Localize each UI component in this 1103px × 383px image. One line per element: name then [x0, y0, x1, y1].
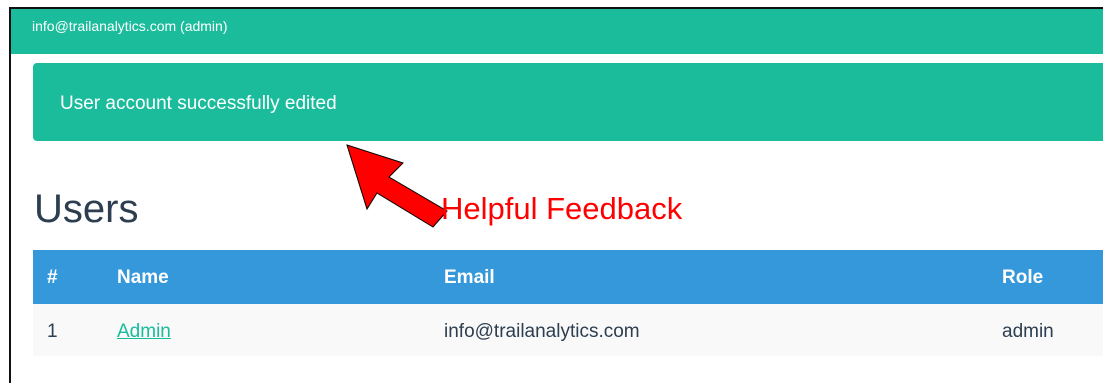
annotation-label: Helpful Feedback — [441, 191, 683, 226]
user-email: info@trailanalytics.com — [444, 321, 640, 342]
column-header-name: Name — [117, 267, 169, 288]
alert-message: User account successfully edited — [60, 93, 337, 114]
success-alert: User account successfully edited — [33, 63, 1103, 141]
column-header-email: Email — [444, 267, 495, 288]
top-header: info@trailanalytics.com (admin) — [11, 9, 1103, 54]
users-table-header: # Name Email Role — [33, 250, 1103, 304]
user-role: admin — [1002, 321, 1054, 342]
table-row: 1 Admin info@trailanalytics.com admin — [33, 304, 1103, 356]
red-arrow-icon — [346, 144, 448, 228]
column-header-role: Role — [1002, 267, 1044, 288]
page-title: Users — [34, 187, 139, 231]
current-user-label: info@trailanalytics.com (admin) — [32, 18, 228, 34]
column-header-number: # — [47, 267, 58, 288]
user-name-link[interactable]: Admin — [117, 321, 171, 343]
app-frame: info@trailanalytics.com (admin) User acc… — [9, 7, 1103, 383]
row-number: 1 — [47, 321, 58, 342]
